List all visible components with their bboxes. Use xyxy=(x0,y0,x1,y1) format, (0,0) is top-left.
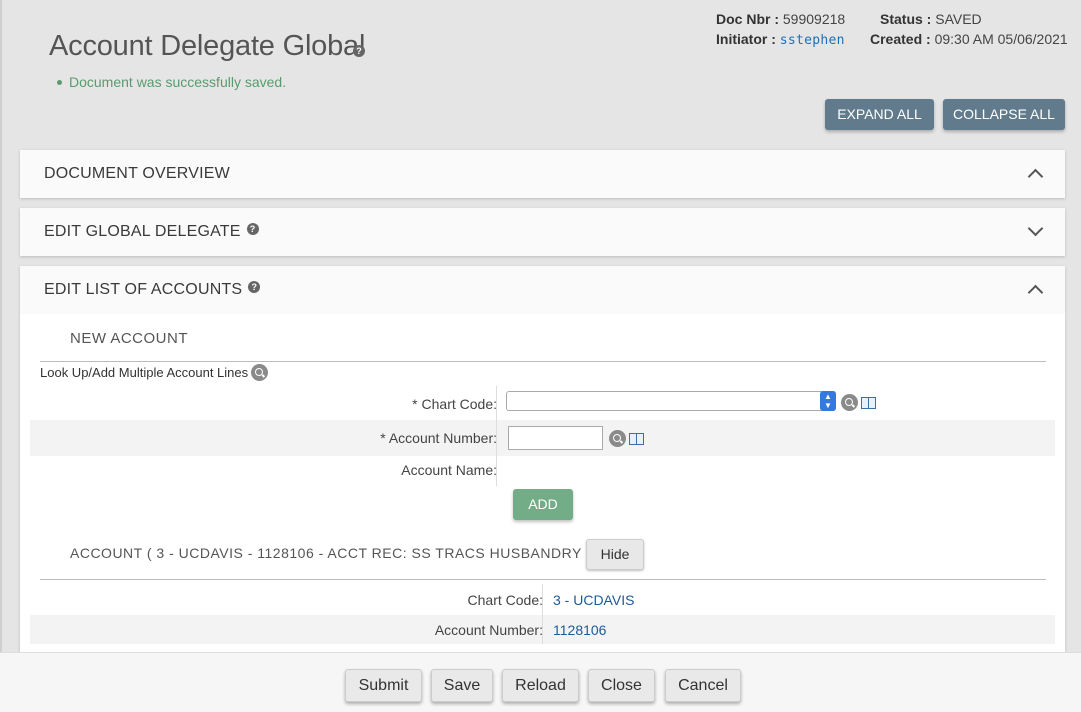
account-name-label: Account Name: xyxy=(401,462,497,478)
page-title: Account Delegate Global xyxy=(49,30,366,62)
edit-global-delegate-title: EDIT GLOBAL DELEGATE xyxy=(44,223,241,240)
add-button[interactable]: ADD xyxy=(513,489,573,520)
document-overview-panel: DOCUMENT OVERVIEW xyxy=(20,150,1065,198)
chart-code-select[interactable]: ▲ ▼ xyxy=(506,391,836,411)
edit-list-of-accounts-title: EDIT LIST OF ACCOUNTS xyxy=(44,281,243,298)
edit-global-delegate-panel: EDIT GLOBAL DELEGATE ? xyxy=(20,208,1065,256)
divider xyxy=(542,584,543,615)
help-icon[interactable]: ? xyxy=(248,281,261,293)
window-edge xyxy=(0,0,2,712)
document-overview-header[interactable]: DOCUMENT OVERVIEW xyxy=(20,150,1065,198)
submit-button[interactable]: Submit xyxy=(345,669,422,702)
lookup-multiple-account-lines: Look Up/Add Multiple Account Lines xyxy=(40,364,269,381)
expand-all-button[interactable]: EXPAND ALL xyxy=(825,99,934,130)
account-number-input[interactable] xyxy=(508,426,603,450)
doc-number-value: 59909218 xyxy=(782,11,846,27)
divider xyxy=(496,420,497,456)
account-chart-code-label: Chart Code: xyxy=(467,592,543,608)
new-account-title: NEW ACCOUNT xyxy=(70,330,188,347)
book-icon[interactable] xyxy=(861,396,876,409)
edit-global-delegate-header[interactable]: EDIT GLOBAL DELEGATE ? xyxy=(20,208,1065,256)
reload-button[interactable]: Reload xyxy=(502,669,579,702)
edit-list-of-accounts-body: NEW ACCOUNT Look Up/Add Multiple Account… xyxy=(20,314,1065,654)
bullet-icon xyxy=(57,79,62,85)
collapse-all-button[interactable]: COLLAPSE ALL xyxy=(943,99,1065,130)
account-name-row: Account Name: xyxy=(30,456,1055,486)
divider xyxy=(496,456,497,486)
save-button[interactable]: Save xyxy=(431,669,493,702)
chart-code-row: * Chart Code: ▲ ▼ xyxy=(30,386,1055,422)
account-chart-code-row: Chart Code: 3 - UCDAVIS xyxy=(30,584,1055,615)
lookup-multiple-label: Look Up/Add Multiple Account Lines xyxy=(40,365,249,380)
account-section-title: ACCOUNT ( 3 - UCDAVIS - 1128106 - ACCT R… xyxy=(70,545,592,561)
chart-code-tools xyxy=(838,394,876,411)
divider xyxy=(40,579,1046,580)
success-message-text: Document was successfully saved. xyxy=(69,74,287,90)
created-label: Created : xyxy=(870,31,931,47)
divider xyxy=(542,615,543,644)
account-number-tools xyxy=(606,430,644,447)
success-message: Document was successfully saved. xyxy=(57,74,286,90)
edit-list-of-accounts-panel: EDIT LIST OF ACCOUNTS ? NEW ACCOUNT Look… xyxy=(20,266,1065,654)
chevron-down-icon[interactable] xyxy=(1027,220,1044,237)
initiator: Initiator : sstephen xyxy=(716,31,845,48)
help-icon[interactable]: ? xyxy=(246,223,259,235)
account-chart-code-link[interactable]: 3 - UCDAVIS xyxy=(553,592,634,608)
chevron-up-icon[interactable] xyxy=(1027,168,1044,185)
account-number-display-row: Account Number: 1128106 xyxy=(30,615,1055,644)
chevron-up-icon[interactable] xyxy=(1027,284,1044,301)
cancel-button[interactable]: Cancel xyxy=(665,669,741,702)
search-icon[interactable] xyxy=(841,394,858,411)
account-number-link[interactable]: 1128106 xyxy=(553,622,606,638)
initiator-label: Initiator : xyxy=(716,31,776,47)
account-number-label: * Account Number: xyxy=(380,430,497,446)
search-icon[interactable] xyxy=(609,430,626,447)
divider xyxy=(40,361,1046,362)
hide-button[interactable]: Hide xyxy=(586,539,644,570)
book-icon[interactable] xyxy=(629,432,644,445)
search-icon[interactable] xyxy=(251,364,269,381)
initiator-link[interactable]: sstephen xyxy=(780,33,845,48)
document-overview-title: DOCUMENT OVERVIEW xyxy=(44,165,230,182)
doc-number-label: Doc Nbr : xyxy=(716,11,779,27)
divider xyxy=(496,386,497,422)
created-value: 09:30 AM 05/06/2021 xyxy=(934,31,1068,47)
account-number-row: * Account Number: xyxy=(30,420,1055,456)
help-icon[interactable]: ? xyxy=(353,45,365,57)
status-label: Status : xyxy=(880,11,932,27)
edit-list-of-accounts-header[interactable]: EDIT LIST OF ACCOUNTS ? xyxy=(20,266,1065,314)
created: Created : 09:30 AM 05/06/2021 xyxy=(870,31,1068,47)
status-value: SAVED xyxy=(935,11,982,27)
chart-code-label: * Chart Code: xyxy=(412,396,497,412)
select-arrows-icon[interactable]: ▲ ▼ xyxy=(820,391,836,411)
status: Status : SAVED xyxy=(880,11,982,27)
doc-number: Doc Nbr : 59909218 xyxy=(716,11,845,27)
close-button[interactable]: Close xyxy=(588,669,655,702)
footer-bar: Submit Save Reload Close Cancel xyxy=(0,652,1081,712)
account-number-display-label: Account Number: xyxy=(434,622,543,638)
